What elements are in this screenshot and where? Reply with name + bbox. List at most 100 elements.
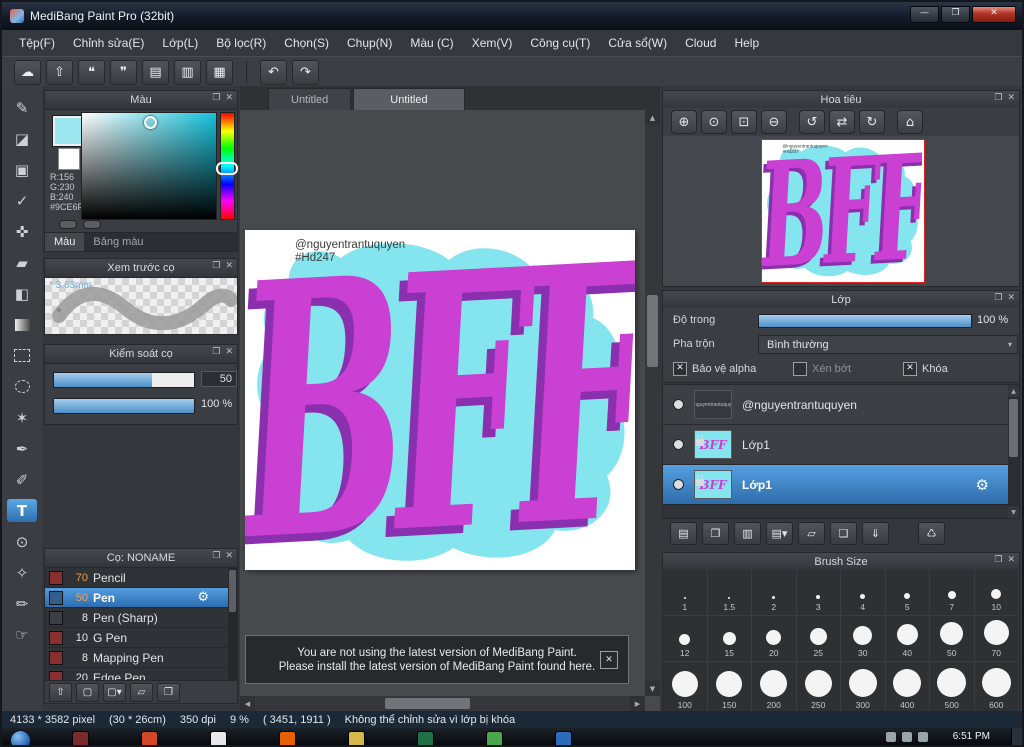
pen-tool[interactable]: ✏: [7, 592, 37, 615]
menu-file[interactable]: Tệp(F): [10, 30, 64, 56]
tray-icon[interactable]: [918, 732, 928, 742]
checkbox-box[interactable]: ✕: [903, 362, 917, 376]
detach-icon[interactable]: ❐: [994, 93, 1002, 103]
move-tool[interactable]: ✜: [7, 220, 37, 243]
layer-menu-button[interactable]: ▤▾: [766, 522, 793, 545]
brush-size-option[interactable]: 5: [885, 570, 930, 616]
new-canvas-icon[interactable]: ▤: [142, 59, 169, 85]
scroll-right-arrow[interactable]: ▶: [630, 696, 645, 711]
brush-size-option[interactable]: 40: [885, 616, 930, 662]
menu-window[interactable]: Cửa sổ(W): [599, 30, 676, 56]
menu-cloud[interactable]: Cloud: [676, 30, 725, 56]
menu-capture[interactable]: Chụp(N): [338, 30, 401, 56]
brush-size-option[interactable]: 1: [663, 570, 708, 616]
vertical-scroll-thumb[interactable]: [647, 295, 658, 367]
menu-tools[interactable]: Công cụ(T): [521, 30, 599, 56]
titlebar[interactable]: MediBang Paint Pro (32bit) — ❐ ✕: [2, 2, 1022, 31]
brush-size-option[interactable]: 15: [707, 616, 752, 662]
menu-layer[interactable]: Lớp(L): [153, 30, 207, 56]
scrollbar-thumb[interactable]: [1009, 399, 1018, 457]
navigator-header[interactable]: Hoa tiêu ❐ ✕: [662, 90, 1020, 110]
brush-duplicate-button[interactable]: ❐: [157, 682, 180, 702]
close-icon[interactable]: ✕: [225, 93, 233, 103]
hand-tool[interactable]: ☞: [7, 623, 37, 646]
select-rect-tool[interactable]: [7, 344, 37, 367]
detach-icon[interactable]: ❐: [212, 93, 220, 103]
close-icon[interactable]: ✕: [1007, 93, 1015, 103]
clipping-checkbox[interactable]: Xén bớt: [793, 362, 851, 376]
doc-tab-untitled-2[interactable]: Untitled: [353, 88, 465, 110]
brush-size-value[interactable]: 50: [201, 371, 237, 387]
menu-color[interactable]: Màu (C): [401, 30, 462, 56]
canvas-list-icon[interactable]: ▥: [174, 59, 201, 85]
checkbox-box[interactable]: [793, 362, 807, 376]
snap-tool[interactable]: ✓: [7, 189, 37, 212]
detach-icon[interactable]: ❐: [212, 261, 220, 271]
copy-layer-button[interactable]: ❏: [830, 522, 857, 545]
bucket-tool[interactable]: ◧: [7, 282, 37, 305]
zoom-out-icon[interactable]: ⊖: [761, 110, 787, 134]
duplicate-layer-button[interactable]: ❐: [702, 522, 729, 545]
color-panel-header[interactable]: Màu ❐ ✕: [44, 90, 238, 110]
menu-select[interactable]: Chọn(S): [275, 30, 338, 56]
brush-control-header[interactable]: Kiểm soát cọ ❐ ✕: [44, 344, 238, 364]
scroll-left-arrow[interactable]: ◀: [240, 696, 255, 711]
scrollbar-thumb[interactable]: [229, 570, 236, 612]
select-pen-tool[interactable]: ✒: [7, 437, 37, 460]
eyedropper-tool[interactable]: ✧: [7, 561, 37, 584]
layer-settings-gear-icon[interactable]: ⚙: [976, 476, 989, 494]
brush-size-slider[interactable]: [53, 372, 195, 388]
upload-icon[interactable]: ⇧: [46, 59, 73, 85]
brush-size-option[interactable]: 25: [796, 616, 841, 662]
start-button[interactable]: [10, 730, 31, 745]
taskbar-app-icon[interactable]: [417, 731, 434, 745]
text-tool[interactable]: T: [7, 499, 37, 522]
brush-size-option[interactable]: 250: [797, 662, 841, 711]
minimize-button[interactable]: —: [910, 6, 939, 23]
taskbar-app-icon[interactable]: [210, 731, 227, 745]
magic-wand-tool[interactable]: ✶: [7, 406, 37, 429]
maximize-button[interactable]: ❐: [941, 6, 970, 23]
visibility-toggle-icon[interactable]: [673, 439, 684, 450]
new-folder-button[interactable]: ▱: [798, 522, 825, 545]
vertical-scrollbar[interactable]: ▲ ▼: [645, 110, 660, 696]
brush-size-option[interactable]: 2: [752, 570, 797, 616]
zoom-in-icon[interactable]: ⊕: [671, 110, 697, 134]
detach-icon[interactable]: ❐: [212, 551, 220, 561]
taskbar-app-icon[interactable]: [555, 731, 572, 745]
zoom-tool[interactable]: ⊙: [7, 530, 37, 553]
horizontal-scroll-thumb[interactable]: [385, 698, 470, 709]
zoom-reset-icon[interactable]: ⊙: [701, 110, 727, 134]
brush-size-option[interactable]: 7: [930, 570, 975, 616]
brush-preview-header[interactable]: Xem trước cọ ❐ ✕: [44, 258, 238, 278]
lasso-tool[interactable]: [7, 375, 37, 398]
brush-size-option[interactable]: 600: [975, 662, 1019, 711]
brush-item-pen-sharp[interactable]: 8 Pen (Sharp): [45, 608, 237, 628]
brush-size-option[interactable]: 20: [752, 616, 797, 662]
brush-up-button[interactable]: ⇧: [49, 682, 72, 702]
close-icon[interactable]: ✕: [1007, 293, 1015, 303]
scroll-down-arrow[interactable]: ▼: [1008, 506, 1019, 518]
brush-list-header[interactable]: Cọ: NONAME ❐ ✕: [44, 548, 238, 568]
brush-settings-gear-icon[interactable]: ⚙: [197, 590, 209, 605]
cloud-icon[interactable]: ☁: [14, 59, 41, 85]
comment-icon[interactable]: ❝: [78, 59, 105, 85]
brush-size-option[interactable]: 150: [708, 662, 752, 711]
gradient-tool[interactable]: [7, 313, 37, 336]
brush-menu-button[interactable]: ▢▾: [103, 682, 126, 702]
color-mode-button[interactable]: [59, 220, 77, 229]
taskbar-clock[interactable]: 6:51 PM: [953, 731, 990, 742]
brush-size-option[interactable]: 50: [930, 616, 975, 662]
taskbar-app-icon[interactable]: [141, 731, 158, 745]
detach-icon[interactable]: ❐: [212, 347, 220, 357]
fit-screen-icon[interactable]: ⊡: [731, 110, 757, 134]
tray-icon[interactable]: [886, 732, 896, 742]
detach-icon[interactable]: ❐: [994, 293, 1002, 303]
brush-size-option[interactable]: 30: [841, 616, 886, 662]
drawing-canvas[interactable]: [245, 230, 635, 570]
brush-opacity-slider[interactable]: [53, 398, 195, 414]
hue-cursor[interactable]: [216, 162, 238, 175]
color-swap-button[interactable]: [83, 220, 101, 229]
brush-folder-button[interactable]: ▱: [130, 682, 153, 702]
reset-view-icon[interactable]: ⌂: [897, 110, 923, 134]
